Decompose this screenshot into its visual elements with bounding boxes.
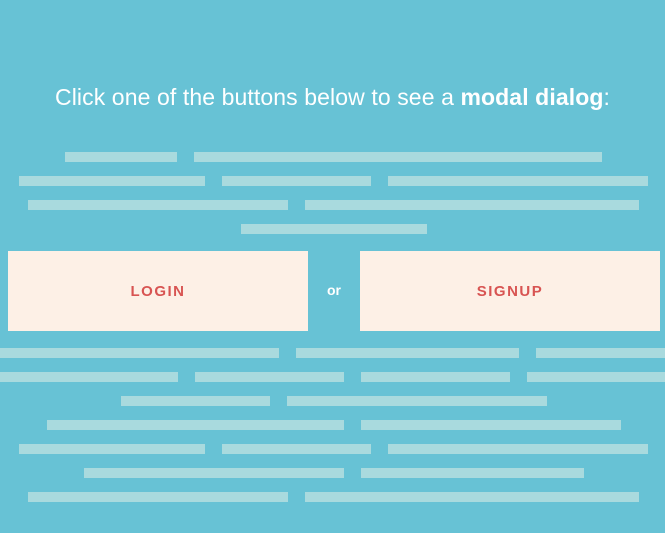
placeholder-text-line bbox=[65, 152, 177, 162]
placeholder-text-line bbox=[361, 420, 621, 430]
placeholder-text-line bbox=[305, 200, 639, 210]
placeholder-text-line bbox=[194, 152, 602, 162]
headline-prefix: Click one of the buttons below to see a bbox=[54, 84, 461, 110]
placeholder-text-line bbox=[195, 372, 344, 382]
headline: Click one of the buttons below to see a … bbox=[0, 84, 665, 111]
placeholder-text-line bbox=[0, 348, 279, 358]
placeholder-text-line bbox=[361, 372, 510, 382]
placeholder-text-line bbox=[241, 224, 427, 234]
login-button[interactable]: LOGIN bbox=[8, 251, 308, 331]
placeholder-text-line bbox=[536, 348, 665, 358]
placeholder-text-line bbox=[388, 444, 648, 454]
headline-suffix: : bbox=[603, 84, 610, 110]
placeholder-text-line bbox=[84, 468, 344, 478]
placeholder-text-line bbox=[19, 444, 205, 454]
placeholder-text-line bbox=[47, 420, 344, 430]
placeholder-text-line bbox=[388, 176, 648, 186]
placeholder-text-line bbox=[28, 492, 288, 502]
placeholder-text-line bbox=[222, 176, 371, 186]
placeholder-text-line bbox=[121, 396, 270, 406]
or-separator: or bbox=[327, 282, 341, 298]
headline-emphasis: modal dialog bbox=[460, 84, 604, 110]
placeholder-text-line bbox=[222, 444, 371, 454]
placeholder-text-line bbox=[19, 176, 205, 186]
placeholder-text-line bbox=[0, 372, 178, 382]
placeholder-text-line bbox=[305, 492, 639, 502]
placeholder-text-line bbox=[28, 200, 288, 210]
placeholder-text-line bbox=[527, 372, 665, 382]
placeholder-text-line bbox=[361, 468, 584, 478]
placeholder-text-line bbox=[296, 348, 519, 358]
signup-button[interactable]: SIGNUP bbox=[360, 251, 660, 331]
placeholder-text-line bbox=[287, 396, 547, 406]
